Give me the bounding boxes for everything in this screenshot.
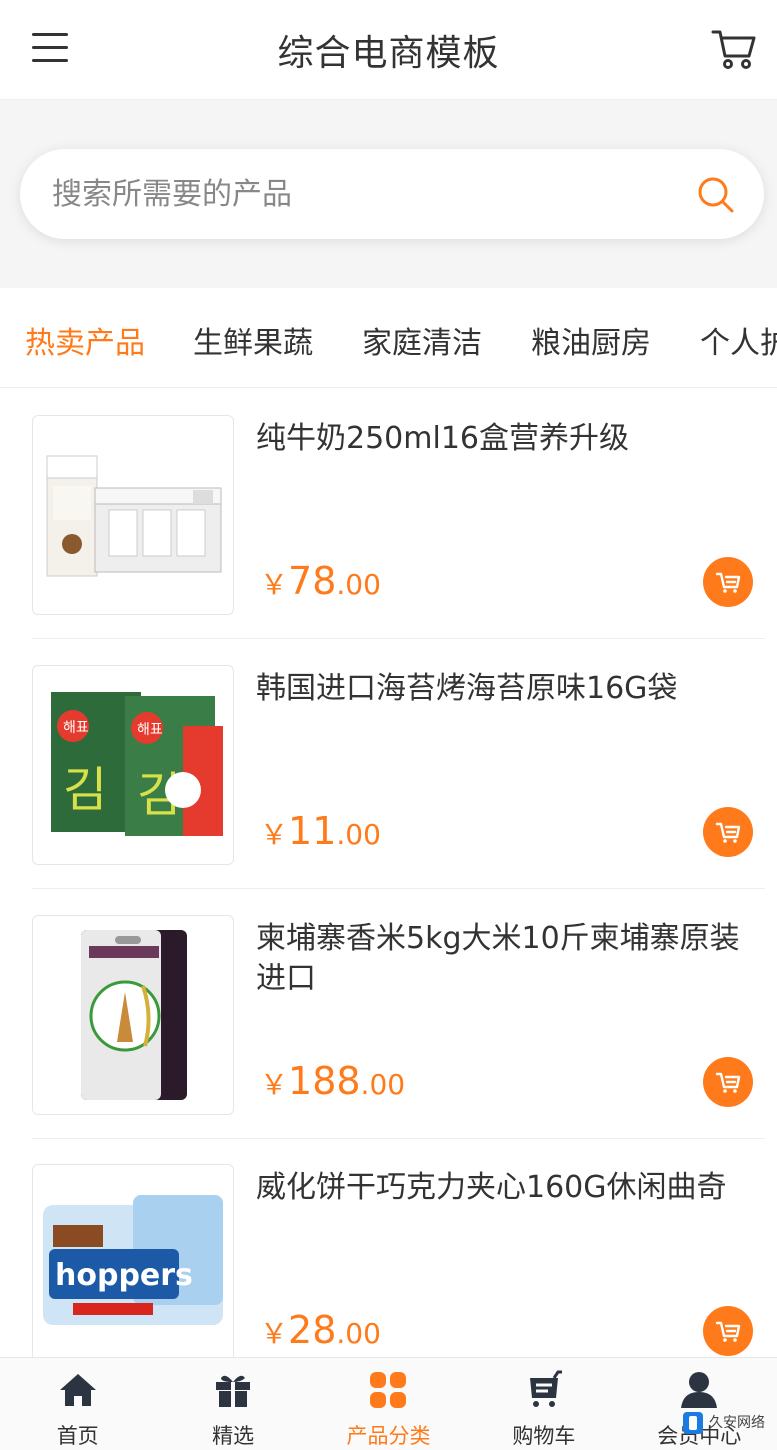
milk-box-image[interactable] [32,415,234,615]
product-item[interactable]: hoppers 威化饼干巧克力夹心160G休闲曲奇 ￥28.00 [32,1138,765,1388]
add-cart-icon [715,1072,741,1093]
product-price: ￥11.00 [260,809,381,853]
section-gap [0,264,777,288]
product-name[interactable]: 纯牛奶250ml16盒营养升级 [256,419,766,459]
watermark: 久安网络 [681,1410,765,1436]
product-price: ￥28.00 [260,1308,381,1352]
home-icon [59,1374,96,1406]
search-bar [20,149,764,239]
user-icon [681,1372,718,1408]
product-name[interactable]: 柬埔寨香米5kg大米10斤柬埔寨原装进口 [256,919,766,999]
gift-icon [216,1375,251,1407]
tab-home-cleaning[interactable]: 家庭清洁 [362,318,482,362]
add-to-cart-button[interactable] [703,807,753,857]
product-name[interactable]: 威化饼干巧克力夹心160G休闲曲奇 [256,1168,766,1208]
svg-text:해표: 해표 [137,722,163,738]
cart-icon [529,1370,562,1407]
section-gap [0,100,777,124]
tab-personal-care[interactable]: 个人护 [700,318,777,362]
watermark-text: 久安网络 [709,1415,765,1431]
nav-featured[interactable]: 精选 [155,1358,310,1450]
product-price: ￥188.00 [260,1059,406,1103]
add-cart-icon [715,1321,741,1342]
bottom-nav: 首页 精选 产品分类 购物车 会员中心 [0,1357,777,1450]
add-to-cart-button[interactable] [703,1057,753,1107]
tab-fresh-produce[interactable]: 生鲜果蔬 [193,318,313,362]
svg-text:김: 김 [63,762,107,818]
nav-home[interactable]: 首页 [0,1358,155,1450]
category-tabs: 热卖产品 生鲜果蔬 家庭清洁 粮油厨房 个人护 [0,288,777,388]
product-item[interactable]: 柬埔寨香米5kg大米10斤柬埔寨原装进口 ￥188.00 [32,889,765,1139]
search-input[interactable] [52,176,652,212]
search-icon[interactable] [696,175,736,215]
svg-text:해표: 해표 [63,720,89,736]
nav-categories[interactable]: 产品分类 [311,1358,466,1450]
nav-cart[interactable]: 购物车 [466,1358,621,1450]
product-item[interactable]: 纯牛奶250ml16盒营养升级 ￥78.00 [32,389,765,639]
tab-hot-products[interactable]: 热卖产品 [25,318,145,362]
hamburger-menu-icon[interactable] [30,30,70,66]
watermark-logo-icon [683,1412,703,1434]
svg-text:hoppers: hoppers [55,1258,193,1293]
page-title: 综合电商模板 [277,32,500,74]
add-cart-icon [715,822,741,843]
top-header: 综合电商模板 [0,0,777,100]
add-to-cart-button[interactable] [703,557,753,607]
product-price: ￥78.00 [260,559,381,603]
wafer-pack-image[interactable]: hoppers [32,1164,234,1364]
add-to-cart-button[interactable] [703,1306,753,1356]
tab-grain-oil-kitchen[interactable]: 粮油厨房 [531,318,651,362]
grid-icon [370,1372,407,1408]
add-cart-icon [715,572,741,593]
nav-member-center[interactable]: 会员中心 [622,1358,777,1450]
seaweed-pack-image[interactable]: 해표 해표 김 김 [32,665,234,865]
product-name[interactable]: 韩国进口海苔烤海苔原味16G袋 [256,669,766,709]
product-item[interactable]: 해표 해표 김 김 韩国进口海苔烤海苔原味16G袋 ￥11.00 [32,639,765,889]
rice-bag-image[interactable] [32,915,234,1115]
shopping-cart-icon[interactable] [711,26,757,72]
